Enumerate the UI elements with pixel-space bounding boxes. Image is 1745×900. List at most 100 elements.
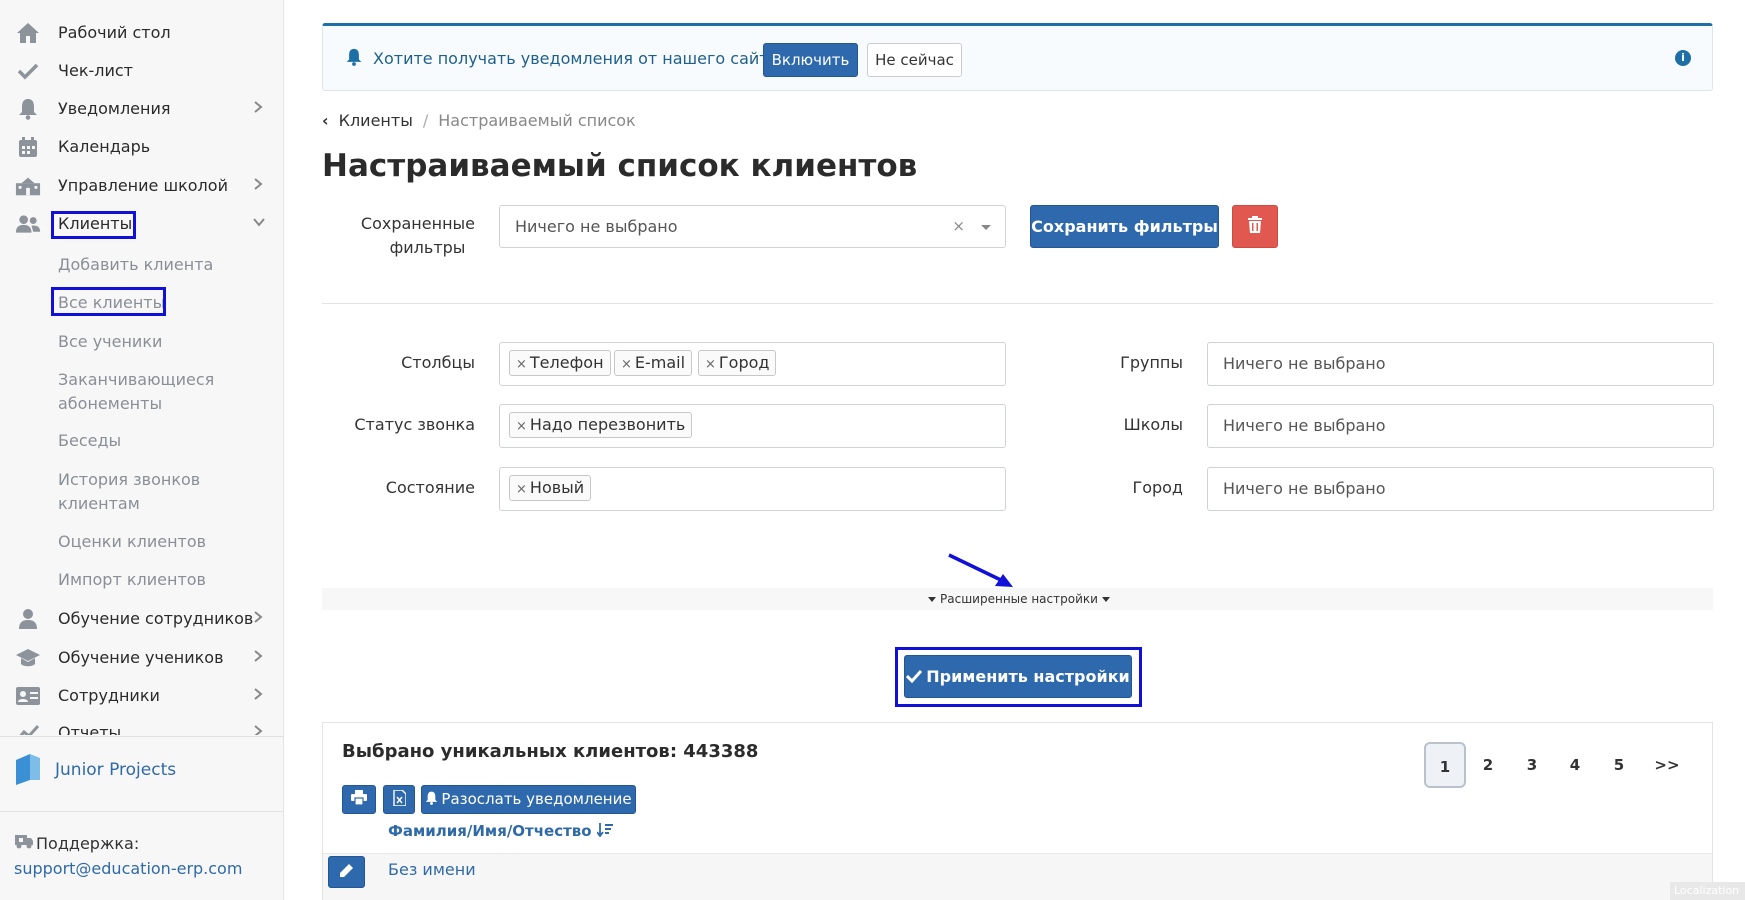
chevron-right-icon — [252, 610, 266, 628]
state-multiselect[interactable]: × Новый — [499, 467, 1006, 511]
page-2[interactable]: 2 — [1467, 742, 1509, 788]
print-button[interactable] — [342, 785, 376, 814]
columns-label: Столбцы — [401, 353, 475, 372]
divider — [0, 736, 284, 737]
table-row — [323, 853, 1712, 900]
info-icon[interactable]: i — [1675, 50, 1691, 66]
client-name-link[interactable]: Без имени — [388, 860, 476, 879]
send-notification-label: Разослать уведомление — [441, 790, 632, 809]
highlight-frame — [51, 287, 166, 316]
tag-remove-icon[interactable]: × — [516, 357, 527, 372]
enable-notifications-button[interactable]: Включить — [763, 43, 858, 77]
tag-remove-icon[interactable]: × — [705, 357, 716, 372]
nav-item-staff-training[interactable]: Обучение сотрудников — [0, 604, 284, 634]
chevron-right-icon — [252, 649, 266, 667]
tag-remove-icon[interactable]: × — [516, 482, 527, 497]
state-label: Состояние — [385, 478, 475, 497]
back-chevron-icon[interactable]: ‹ — [322, 111, 329, 130]
excel-file-icon — [392, 788, 407, 810]
bell-icon — [345, 48, 363, 71]
tag-call-back[interactable]: × Надо перезвонить — [509, 412, 693, 438]
chevron-right-icon — [252, 687, 266, 705]
chevron-right-icon — [252, 724, 266, 735]
schools-select[interactable]: Ничего не выбрано — [1207, 404, 1714, 448]
nav-label: Сотрудники — [58, 686, 160, 705]
caret-down-icon — [928, 597, 936, 602]
sub-item-call-history[interactable]: История звонков клиентам — [58, 468, 258, 516]
tag-city[interactable]: × Город — [698, 350, 777, 376]
sidebar: Рабочий стол Чек-лист Уведомления Календ… — [0, 0, 284, 900]
clear-selection-icon[interactable]: × — [952, 217, 965, 235]
graduation-cap-icon — [15, 646, 41, 670]
breadcrumb: ‹ Клиенты / Настраиваемый список — [322, 111, 636, 130]
call-status-multiselect[interactable]: × Надо перезвонить — [499, 404, 1006, 448]
page-5[interactable]: 5 — [1598, 742, 1640, 788]
brand-name: Junior Projects — [55, 760, 177, 780]
truck-icon — [14, 833, 36, 853]
send-notification-button[interactable]: Разослать уведомление — [421, 785, 636, 814]
nav-item-reports[interactable]: Отчеты — [0, 718, 284, 735]
sort-icon — [596, 822, 613, 841]
breadcrumb-separator: / — [422, 111, 429, 130]
calendar-icon — [15, 135, 41, 159]
city-select[interactable]: Ничего не выбрано — [1207, 467, 1714, 511]
not-now-button[interactable]: Не сейчас — [867, 43, 962, 77]
export-excel-button[interactable] — [383, 785, 415, 814]
breadcrumb-current: Настраиваемый список — [438, 111, 636, 130]
bell-icon — [15, 97, 41, 121]
page-4[interactable]: 4 — [1554, 742, 1596, 788]
sub-item-all-students[interactable]: Все ученики — [58, 330, 162, 354]
caret-down-icon — [981, 225, 991, 230]
nav-label: Обучение учеников — [58, 648, 224, 667]
sub-item-add-client[interactable]: Добавить клиента — [58, 253, 213, 277]
groups-label: Группы — [1120, 353, 1183, 372]
highlight-frame — [51, 211, 136, 239]
tag-email[interactable]: × E-mail — [614, 350, 693, 376]
nav-item-student-training[interactable]: Обучение учеников — [0, 643, 284, 673]
tag-label: E-mail — [634, 353, 686, 372]
page-1[interactable]: 1 — [1424, 742, 1466, 788]
nav-item-employees[interactable]: Сотрудники — [0, 681, 284, 711]
caret-down-icon — [1101, 597, 1110, 602]
nav-item-clients[interactable]: Клиенты — [0, 209, 284, 239]
brand[interactable]: Junior Projects — [14, 752, 274, 788]
sub-item-conversations[interactable]: Беседы — [58, 429, 121, 453]
sub-item-client-ratings[interactable]: Оценки клиентов — [58, 530, 206, 554]
support-email-link[interactable]: support@education-erp.com — [14, 859, 242, 878]
column-header-label: Фамилия/Имя/Отчество — [388, 822, 592, 840]
chevron-right-icon — [252, 177, 266, 195]
tag-remove-icon[interactable]: × — [621, 357, 632, 372]
groups-select[interactable]: Ничего не выбрано — [1207, 342, 1714, 386]
nav-item-school-management[interactable]: Управление школой — [0, 171, 284, 201]
edit-client-button[interactable] — [328, 856, 365, 888]
tag-remove-icon[interactable]: × — [516, 419, 527, 434]
notification-message: Хотите получать уведомления от нашего са… — [373, 49, 787, 68]
nav-item-calendar[interactable]: Календарь — [0, 132, 284, 162]
nav-label: Обучение сотрудников — [58, 609, 254, 628]
save-filters-button[interactable]: Сохранить фильтры — [1030, 205, 1219, 248]
page-next[interactable]: >> — [1646, 742, 1688, 788]
city-placeholder: Ничего не выбрано — [1223, 479, 1386, 498]
support-text: Поддержка: — [36, 834, 140, 853]
delete-filter-button[interactable] — [1232, 205, 1278, 248]
nav-item-checklist[interactable]: Чек-лист — [0, 56, 284, 86]
tag-new[interactable]: × Новый — [509, 475, 592, 501]
saved-filters-select[interactable]: Ничего не выбрано × — [499, 205, 1006, 248]
page-3[interactable]: 3 — [1511, 742, 1553, 788]
nav-item-notifications[interactable]: Уведомления — [0, 94, 284, 124]
nav-item-dashboard[interactable]: Рабочий стол — [0, 18, 284, 48]
columns-multiselect[interactable]: × Телефон × E-mail × Город — [499, 342, 1006, 386]
apply-settings-button[interactable]: Применить настройки — [904, 655, 1132, 698]
tag-label: Надо перезвонить — [529, 415, 686, 434]
breadcrumb-clients-link[interactable]: Клиенты — [339, 111, 413, 130]
sub-item-expiring-subscriptions[interactable]: Заканчивающиеся абонементы — [58, 368, 258, 416]
advanced-settings-toggle[interactable]: Расширенные настройки — [928, 592, 1110, 606]
sub-item-import-clients[interactable]: Импорт клиентов — [58, 568, 206, 592]
nav-label: Календарь — [58, 137, 151, 156]
tag-phone[interactable]: × Телефон — [509, 350, 611, 376]
nav-label: Рабочий стол — [58, 23, 171, 42]
print-icon — [351, 790, 367, 809]
column-header-full-name[interactable]: Фамилия/Имя/Отчество — [388, 822, 613, 841]
tag-label: Телефон — [529, 353, 604, 372]
groups-placeholder: Ничего не выбрано — [1223, 354, 1386, 373]
